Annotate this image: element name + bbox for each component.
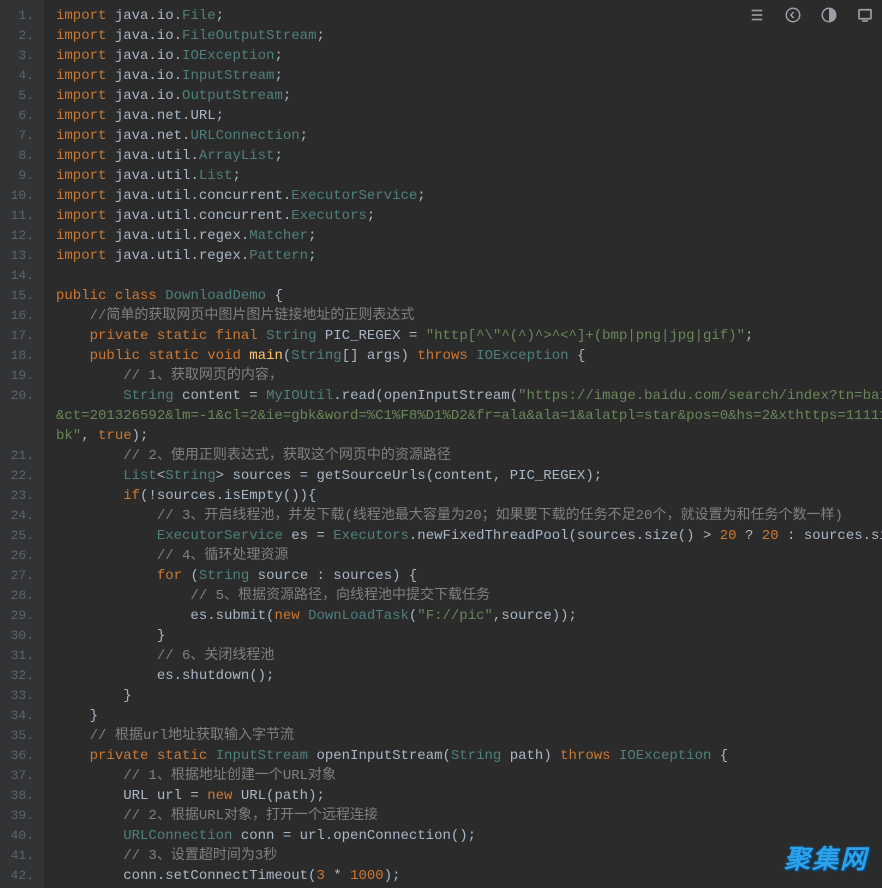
code-line[interactable]: URL url = new URL(path); <box>56 786 882 806</box>
line-number: 23. <box>6 486 34 506</box>
line-number: 31. <box>6 646 34 666</box>
line-number: 1. <box>6 6 34 26</box>
line-number: 33. <box>6 686 34 706</box>
line-number: 40. <box>6 826 34 846</box>
code-line[interactable]: // 5、根据资源路径，向线程池中提交下载任务 <box>56 586 882 606</box>
fullscreen-icon[interactable] <box>856 6 874 24</box>
contrast-icon[interactable] <box>820 6 838 24</box>
code-line[interactable]: private static InputStream openInputStre… <box>56 746 882 766</box>
line-number: 10. <box>6 186 34 206</box>
code-line[interactable]: public static void main(String[] args) t… <box>56 346 882 366</box>
code-line[interactable]: import java.util.List; <box>56 166 882 186</box>
code-editor: 1.2.3.4.5.6.7.8.9.10.11.12.13.14.15.16.1… <box>0 0 882 888</box>
line-number: 9. <box>6 166 34 186</box>
line-number: 7. <box>6 126 34 146</box>
code-line[interactable]: } <box>56 626 882 646</box>
line-number: 17. <box>6 326 34 346</box>
code-line[interactable]: List<String> sources = getSourceUrls(con… <box>56 466 882 486</box>
code-line[interactable]: // 根据url地址获取输入字节流 <box>56 726 882 746</box>
code-line[interactable]: import java.util.regex.Matcher; <box>56 226 882 246</box>
code-line[interactable]: } <box>56 686 882 706</box>
line-number: 14. <box>6 266 34 286</box>
line-number: 35. <box>6 726 34 746</box>
line-number: 26. <box>6 546 34 566</box>
code-area[interactable]: import java.io.File;import java.io.FileO… <box>44 0 882 888</box>
code-line[interactable]: ExecutorService es = Executors.newFixedT… <box>56 526 882 546</box>
code-line[interactable]: // 4、循环处理资源 <box>56 546 882 566</box>
line-number: 37. <box>6 766 34 786</box>
line-number: 25. <box>6 526 34 546</box>
line-number: 4. <box>6 66 34 86</box>
code-line[interactable]: import java.io.OutputStream; <box>56 86 882 106</box>
code-line[interactable] <box>56 266 882 286</box>
code-line[interactable]: // 3、设置超时间为3秒 <box>56 846 882 866</box>
code-line[interactable]: String content = MyIOUtil.read(openInput… <box>56 386 882 406</box>
line-number: 41. <box>6 846 34 866</box>
line-number: 22. <box>6 466 34 486</box>
line-number: 6. <box>6 106 34 126</box>
line-number: 16. <box>6 306 34 326</box>
line-number-gutter: 1.2.3.4.5.6.7.8.9.10.11.12.13.14.15.16.1… <box>0 0 44 888</box>
code-line[interactable]: import java.io.FileOutputStream; <box>56 26 882 46</box>
line-number: 29. <box>6 606 34 626</box>
code-line[interactable]: import java.util.concurrent.ExecutorServ… <box>56 186 882 206</box>
list-icon[interactable] <box>748 6 766 24</box>
line-number: 39. <box>6 806 34 826</box>
code-line[interactable]: import java.io.IOException; <box>56 46 882 66</box>
code-line[interactable]: &ct=201326592&lm=-1&cl=2&ie=gbk&word=%C1… <box>56 406 882 426</box>
line-number: 12. <box>6 226 34 246</box>
line-number: 19. <box>6 366 34 386</box>
line-number: 34. <box>6 706 34 726</box>
code-line[interactable]: import java.net.URL; <box>56 106 882 126</box>
code-line[interactable]: import java.util.ArrayList; <box>56 146 882 166</box>
back-icon[interactable] <box>784 6 802 24</box>
line-number: 18. <box>6 346 34 366</box>
line-number: 24. <box>6 506 34 526</box>
code-line[interactable]: import java.util.concurrent.Executors; <box>56 206 882 226</box>
code-line[interactable]: } <box>56 706 882 726</box>
code-line[interactable]: es.submit(new DownLoadTask("F://pic",sou… <box>56 606 882 626</box>
line-number: 5. <box>6 86 34 106</box>
line-number: 38. <box>6 786 34 806</box>
code-line[interactable]: // 3、开启线程池，并发下载(线程池最大容量为20；如果要下载的任务不足20个… <box>56 506 882 526</box>
code-line[interactable]: // 1、获取网页的内容， <box>56 366 882 386</box>
code-line[interactable]: import java.net.URLConnection; <box>56 126 882 146</box>
line-number: 20. <box>6 386 34 406</box>
line-number <box>6 406 34 426</box>
line-number: 21. <box>6 446 34 466</box>
line-number: 8. <box>6 146 34 166</box>
line-number: 28. <box>6 586 34 606</box>
code-line[interactable]: // 2、使用正则表达式，获取这个网页中的资源路径 <box>56 446 882 466</box>
code-line[interactable]: // 6、关闭线程池 <box>56 646 882 666</box>
code-line[interactable]: //简单的获取网页中图片图片链接地址的正则表达式 <box>56 306 882 326</box>
code-line[interactable]: import java.io.InputStream; <box>56 66 882 86</box>
line-number: 36. <box>6 746 34 766</box>
line-number: 30. <box>6 626 34 646</box>
line-number: 11. <box>6 206 34 226</box>
code-line[interactable]: private static final String PIC_REGEX = … <box>56 326 882 346</box>
code-line[interactable]: bk", true); <box>56 426 882 446</box>
code-line[interactable]: URLConnection conn = url.openConnection(… <box>56 826 882 846</box>
code-line[interactable]: es.shutdown(); <box>56 666 882 686</box>
line-number: 32. <box>6 666 34 686</box>
code-line[interactable]: // 1、根据地址创建一个URL对象 <box>56 766 882 786</box>
line-number: 27. <box>6 566 34 586</box>
line-number: 42. <box>6 866 34 886</box>
line-number <box>6 426 34 446</box>
code-line[interactable]: for (String source : sources) { <box>56 566 882 586</box>
code-line[interactable]: public class DownloadDemo { <box>56 286 882 306</box>
line-number: 15. <box>6 286 34 306</box>
code-line[interactable]: // 2、根据URL对象，打开一个远程连接 <box>56 806 882 826</box>
line-number: 3. <box>6 46 34 66</box>
code-line[interactable]: if(!sources.isEmpty()){ <box>56 486 882 506</box>
code-line[interactable]: conn.setConnectTimeout(3 * 1000); <box>56 866 882 886</box>
line-number: 2. <box>6 26 34 46</box>
toolbar <box>748 6 874 24</box>
code-line[interactable]: import java.util.regex.Pattern; <box>56 246 882 266</box>
line-number: 13. <box>6 246 34 266</box>
